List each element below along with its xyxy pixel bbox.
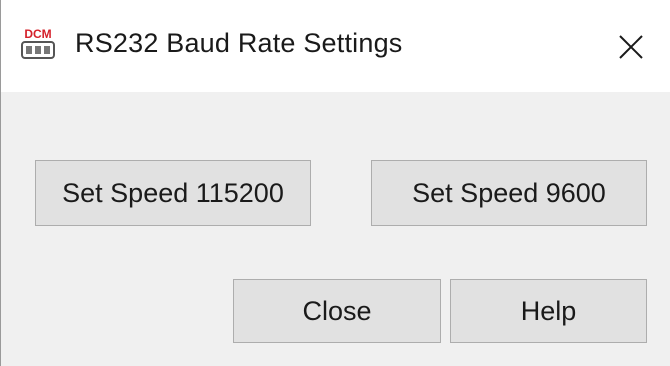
close-icon[interactable] — [608, 24, 654, 70]
help-button[interactable]: Help — [450, 279, 647, 343]
title-bar[interactable]: DCM RS232 Baud Rate Settings — [1, 0, 670, 92]
dcm-icon-text: DCM — [24, 27, 51, 41]
dialog-window: DCM RS232 Baud Rate Settings Set Speed 1… — [0, 0, 670, 366]
set-speed-9600-button[interactable]: Set Speed 9600 — [371, 160, 647, 226]
dcm-icon: DCM — [17, 26, 59, 62]
set-speed-115200-button[interactable]: Set Speed 115200 — [35, 160, 311, 226]
close-button[interactable]: Close — [233, 279, 441, 343]
window-title: RS232 Baud Rate Settings — [75, 28, 403, 58]
